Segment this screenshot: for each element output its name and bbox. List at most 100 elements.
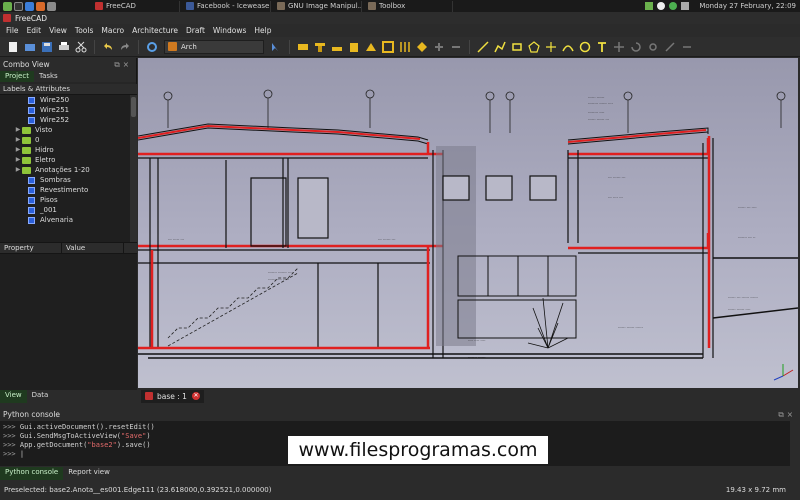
draft-rotate-button[interactable] <box>629 40 643 54</box>
save-button[interactable] <box>40 40 54 54</box>
terminal-launcher-icon[interactable] <box>14 1 23 11</box>
plant <box>527 297 569 349</box>
arch-window-button[interactable] <box>381 40 395 54</box>
draft-offset-button[interactable] <box>646 40 660 54</box>
svg-text:------ --- ----: ------ --- ---- <box>738 205 757 209</box>
arch-site-button[interactable] <box>364 40 378 54</box>
draft-line-button[interactable] <box>476 40 490 54</box>
document-tabs: base : 1 ✕ <box>138 388 800 404</box>
new-document-button[interactable] <box>6 40 20 54</box>
menu-edit[interactable]: Edit <box>23 24 46 37</box>
redo-button[interactable] <box>118 40 132 54</box>
draft-downgrade-button[interactable] <box>680 40 694 54</box>
whats-this-button[interactable] <box>269 40 283 54</box>
task-gimp[interactable]: GNU Image Manipul... <box>274 0 362 12</box>
windows <box>297 175 557 239</box>
task-toolbox[interactable]: Toolbox <box>365 0 453 12</box>
structure-icon <box>315 42 325 52</box>
cut-button[interactable] <box>74 40 88 54</box>
arch-axis-button[interactable] <box>398 40 412 54</box>
tree-item[interactable]: Wire250 <box>0 95 137 105</box>
workbench-selector[interactable]: Arch <box>164 39 264 54</box>
axis-gizmo <box>773 364 794 381</box>
menu-view[interactable]: View <box>45 24 71 37</box>
tree-item-label: 0 <box>35 136 40 144</box>
panel-float-close-controls[interactable]: ⧉× <box>114 58 136 71</box>
tree-item[interactable]: Sombras <box>0 175 137 185</box>
draft-arc-button[interactable] <box>561 40 575 54</box>
arch-remove-button[interactable] <box>449 40 463 54</box>
tree-item[interactable]: ▶ Hidro <box>0 145 137 155</box>
tree-item[interactable]: ▶ Visto <box>0 125 137 135</box>
print-button[interactable] <box>57 40 71 54</box>
open-button[interactable] <box>23 40 37 54</box>
property-column-header: Property <box>0 243 62 253</box>
tree-item[interactable]: ▶ Eletro <box>0 155 137 165</box>
tree-item[interactable]: _001 <box>0 205 137 215</box>
menu-macro[interactable]: Macro <box>97 24 128 37</box>
tree-item[interactable]: ▶ 0 <box>0 135 137 145</box>
tree-item[interactable]: Wire251 <box>0 105 137 115</box>
tree-item[interactable]: Revestimento <box>0 185 137 195</box>
tree-scrollbar[interactable] <box>130 95 137 242</box>
update-icon[interactable] <box>669 2 678 10</box>
panel-float-close-controls[interactable]: ⧉× <box>778 409 800 421</box>
draft-upgrade-button[interactable] <box>663 40 677 54</box>
browser-launcher-icon[interactable] <box>25 1 34 11</box>
freecad-document-icon <box>145 392 153 400</box>
clock[interactable]: Monday 27 February, 22:09 <box>699 2 796 10</box>
scrollbar-thumb[interactable] <box>131 97 136 117</box>
remove-icon <box>452 45 460 48</box>
arch-section-button[interactable] <box>415 40 429 54</box>
tree-item[interactable]: Wire252 <box>0 115 137 125</box>
menu-file[interactable]: File <box>2 24 23 37</box>
console-code: Gui.activeDocument().resetEdit() <box>19 423 155 431</box>
tab-python-console[interactable]: Python console <box>0 467 64 480</box>
task-iceweasel[interactable]: Facebook - Iceweasel <box>183 0 271 12</box>
arch-wall-button[interactable] <box>296 40 310 54</box>
undo-button[interactable] <box>101 40 115 54</box>
volume-icon[interactable] <box>681 2 690 10</box>
battery-icon[interactable] <box>645 2 654 10</box>
task-freecad[interactable]: FreeCAD <box>92 0 180 12</box>
close-icon[interactable]: ✕ <box>191 392 200 400</box>
tab-data[interactable]: Data <box>27 390 54 403</box>
draft-rectangle-button[interactable] <box>510 40 524 54</box>
draft-move-button[interactable] <box>612 40 626 54</box>
menu-help[interactable]: Help <box>250 24 275 37</box>
settings-launcher-icon[interactable] <box>47 1 56 11</box>
draft-circle-button[interactable] <box>578 40 592 54</box>
expand-arrow-icon[interactable]: ▶ <box>14 155 22 165</box>
draft-point-button[interactable] <box>544 40 558 54</box>
object-icon <box>28 176 35 184</box>
draft-polygon-button[interactable] <box>527 40 541 54</box>
tab-project[interactable]: Project <box>0 71 34 82</box>
arch-floor-button[interactable] <box>330 40 344 54</box>
tree-item[interactable]: Alvenaria <box>0 215 137 225</box>
document-tab-base[interactable]: base : 1 ✕ <box>141 389 204 403</box>
tree-item[interactable]: ▶ Anotações 1-20 <box>0 165 137 175</box>
menu-draft[interactable]: Draft <box>182 24 209 37</box>
draft-wire-button[interactable] <box>493 40 507 54</box>
tab-view[interactable]: View <box>0 390 27 403</box>
menu-tools[interactable]: Tools <box>71 24 97 37</box>
firefox-launcher-icon[interactable] <box>36 1 45 11</box>
arch-add-button[interactable] <box>432 40 446 54</box>
files-launcher-icon[interactable] <box>3 1 12 11</box>
console-scrollbar[interactable] <box>790 421 800 466</box>
arch-structure-button[interactable] <box>313 40 327 54</box>
tree-item[interactable]: Pisos <box>0 195 137 205</box>
arch-building-button[interactable] <box>347 40 361 54</box>
tab-report-view[interactable]: Report view <box>63 467 115 480</box>
menu-windows[interactable]: Windows <box>209 24 250 37</box>
3d-view[interactable]: ------ ------ -------- ------ ---- ------… <box>138 58 798 388</box>
tab-tasks[interactable]: Tasks <box>34 71 63 82</box>
expand-arrow-icon[interactable]: ▶ <box>14 145 22 155</box>
expand-arrow-icon[interactable]: ▶ <box>14 135 22 145</box>
refresh-button[interactable] <box>145 40 159 54</box>
network-icon[interactable] <box>657 2 666 10</box>
expand-arrow-icon[interactable]: ▶ <box>14 125 22 135</box>
draft-text-button[interactable] <box>595 40 609 54</box>
expand-arrow-icon[interactable]: ▶ <box>14 165 22 175</box>
menu-architecture[interactable]: Architecture <box>128 24 182 37</box>
